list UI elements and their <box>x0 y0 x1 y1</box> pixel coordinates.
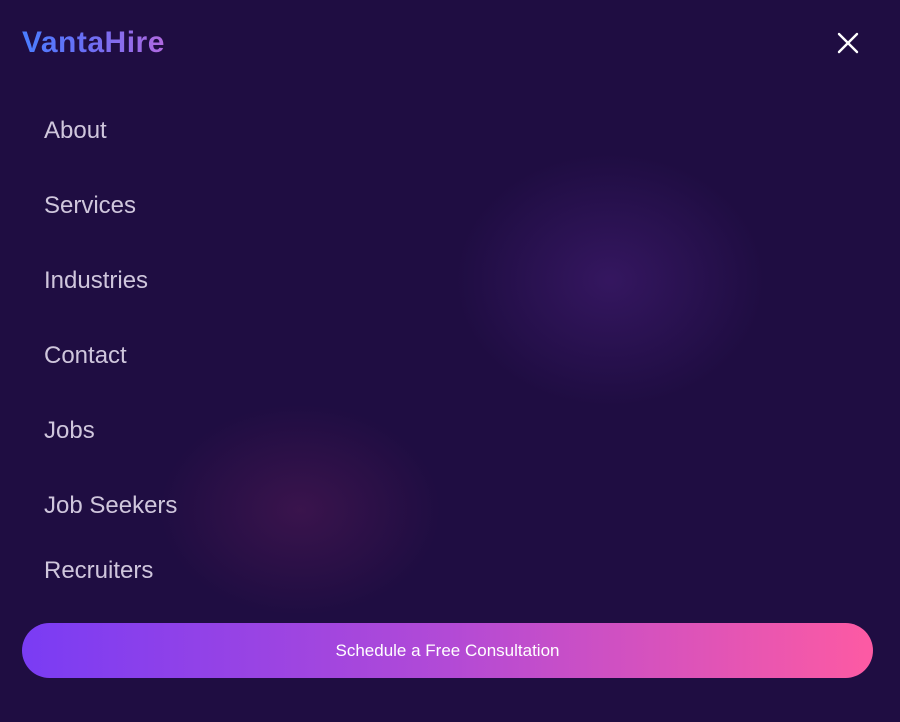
nav-item-contact[interactable]: Contact <box>44 341 127 371</box>
close-icon <box>837 32 859 54</box>
nav-item-industries[interactable]: Industries <box>44 266 148 296</box>
close-menu-button[interactable] <box>832 27 864 59</box>
brand-logo[interactable]: VantaHire <box>22 24 165 62</box>
nav-item-about[interactable]: About <box>44 116 107 146</box>
nav-item-recruiters[interactable]: Recruiters <box>44 556 153 586</box>
nav-item-jobs[interactable]: Jobs <box>44 416 95 446</box>
nav-item-services[interactable]: Services <box>44 191 136 221</box>
schedule-consultation-button[interactable]: Schedule a Free Consultation <box>22 623 873 678</box>
mobile-menu-overlay: VantaHire About Services Industries Cont… <box>0 0 900 722</box>
nav-item-job-seekers[interactable]: Job Seekers <box>44 491 177 521</box>
